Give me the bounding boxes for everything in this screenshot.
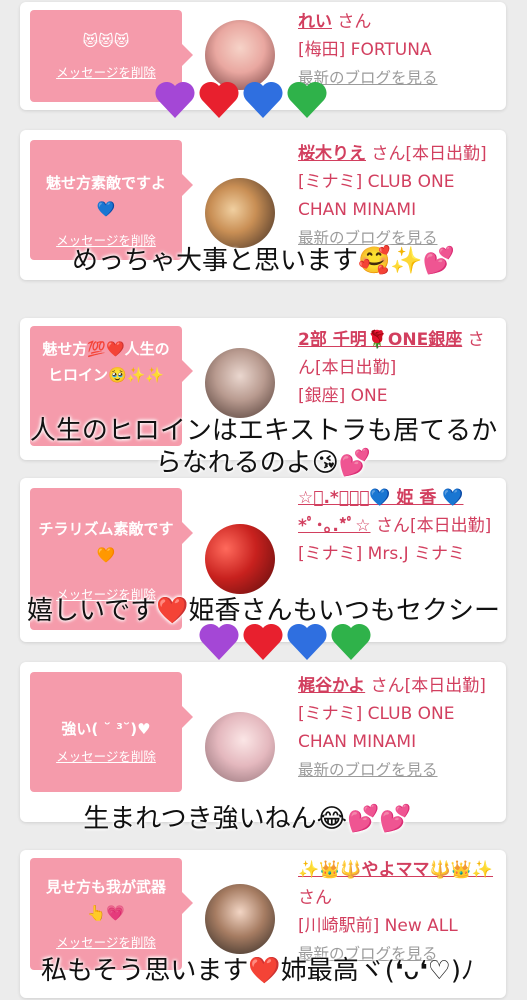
- red-heart-icon: [199, 81, 239, 118]
- blue-heart-icon: [243, 81, 283, 118]
- green-heart-icon: [331, 623, 371, 660]
- cast-name-link[interactable]: れい: [298, 12, 332, 32]
- message-bubble: 強い( ˘ ³˘)♥ メッセージを削除: [30, 672, 193, 792]
- purple-heart-icon: [199, 623, 239, 660]
- message-bubble: 魅せ方素敵ですよ💙 メッセージを削除: [30, 140, 193, 260]
- overlay-comment: らなれるのよ😘💕: [155, 448, 372, 478]
- message-text: 😻😻😻: [82, 32, 130, 50]
- cast-info: ✨👑🔱やよママ🔱👑✨ さん [川崎駅前] New ALL 最新のブログを見る: [298, 856, 498, 968]
- honorific: さん: [375, 516, 410, 536]
- shop-name: [川崎駅前] New ALL: [298, 916, 458, 936]
- cast-name-link[interactable]: 2部 千明🌹ONE銀座: [298, 330, 462, 350]
- shop-name: [ミナミ] CLUB ONE CHAN MINAMI: [298, 704, 455, 752]
- avatar[interactable]: [205, 712, 275, 782]
- message-text: 魅せ方素敵ですよ💙: [45, 174, 166, 218]
- avatar[interactable]: [205, 348, 275, 418]
- avatar[interactable]: [205, 178, 275, 248]
- cast-info: 桜木りえ さん[本日出勤] [ミナミ] CLUB ONE CHAN MINAMI…: [298, 140, 498, 252]
- honorific: さん: [371, 144, 406, 164]
- message-text: チラリズム素敵です🧡: [38, 520, 174, 564]
- message-card: 強い( ˘ ³˘)♥ メッセージを削除 梶谷かよ さん[本日出勤] [ミナミ] …: [20, 662, 506, 822]
- delete-message-link[interactable]: メッセージを削除: [56, 62, 156, 81]
- honorific: さん: [370, 676, 405, 696]
- attendance-status: [本日出勤]: [315, 358, 397, 378]
- message-text: 見せ方も我が武器👆💗: [45, 878, 166, 922]
- message-text: 魅せ方💯❤️人生のヒロイン🥹✨✨: [42, 340, 170, 384]
- purple-heart-icon: [155, 81, 195, 118]
- overlay-comment: 生まれつき強いねん😂💕💕: [83, 804, 412, 834]
- overlay-comment: 嬉しいです❤️姫香さんもいつもセクシー: [26, 596, 501, 626]
- red-heart-icon: [243, 623, 283, 660]
- attendance-status: [本日出勤]: [409, 516, 492, 536]
- shop-name: [銀座] ONE: [298, 386, 388, 406]
- cast-info: れい さん [梅田] FORTUNA 最新のブログを見る: [298, 8, 498, 92]
- green-heart-icon: [287, 81, 327, 118]
- delete-message-link[interactable]: メッセージを削除: [56, 932, 156, 951]
- overlay-comment: めっちゃ大事と思います🥰✨💕: [71, 246, 456, 276]
- heart-emoji-row: [154, 80, 328, 120]
- attendance-status: [本日出勤]: [405, 144, 487, 164]
- heart-emoji-row: [198, 622, 372, 662]
- shop-name: [ミナミ] Mrs.J ミナミ: [298, 544, 466, 564]
- cast-name-link[interactable]: 桜木りえ: [298, 144, 366, 164]
- avatar[interactable]: [205, 884, 275, 954]
- honorific: さん: [298, 888, 332, 908]
- overlay-comment: 人生のヒロインはエキストラも居てるか: [29, 416, 498, 446]
- cast-info: 2部 千明🌹ONE銀座 さん[本日出勤] [銀座] ONE: [298, 326, 498, 410]
- overlay-comment: 私もそう思います❤️姉最高ヾ(❛ᴗ❛♡)ﾉ: [40, 956, 475, 986]
- message-text: 強い( ˘ ³˘)♥: [61, 720, 151, 738]
- cast-info: ☆ﾟ.*･｡ﾟ💙 姫 香 💙*ﾟ･｡.*ﾟ☆ さん[本日出勤] [ミナミ] Mr…: [298, 484, 498, 568]
- cast-name-link[interactable]: ✨👑🔱やよママ🔱👑✨: [298, 860, 493, 880]
- shop-name: [ミナミ] CLUB ONE CHAN MINAMI: [298, 172, 455, 220]
- cast-info: 梶谷かよ さん[本日出勤] [ミナミ] CLUB ONE CHAN MINAMI…: [298, 672, 498, 784]
- blue-heart-icon: [287, 623, 327, 660]
- avatar[interactable]: [205, 524, 275, 594]
- honorific: さん: [337, 12, 372, 32]
- attendance-status: [本日出勤]: [404, 676, 486, 696]
- latest-blog-link[interactable]: 最新のブログを見る: [298, 756, 438, 784]
- delete-message-link[interactable]: メッセージを削除: [56, 746, 156, 765]
- cast-name-link[interactable]: 梶谷かよ: [298, 676, 365, 696]
- shop-name: [梅田] FORTUNA: [298, 40, 432, 60]
